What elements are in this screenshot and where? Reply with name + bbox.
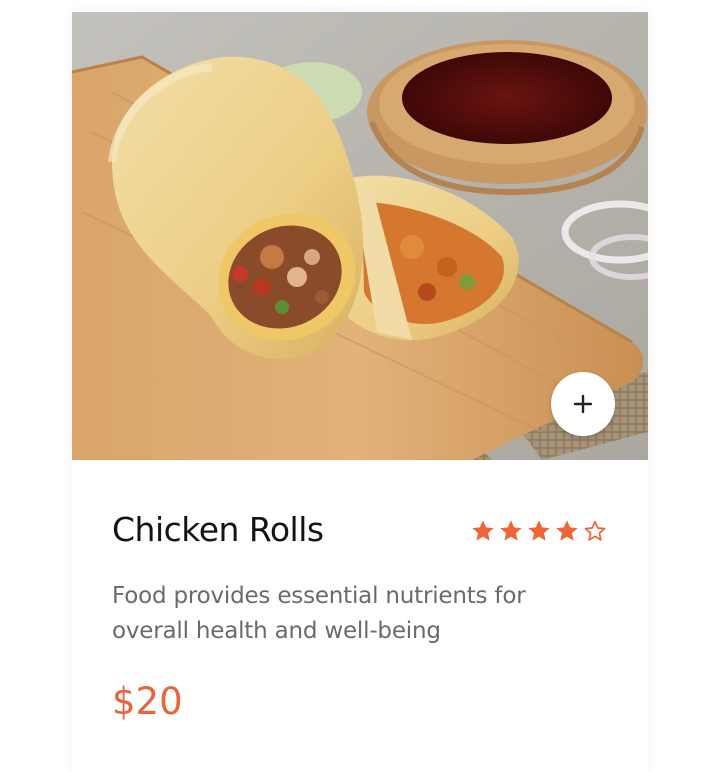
product-description: Food provides essential nutrients for ov… <box>112 583 526 644</box>
star-filled-icon <box>500 520 522 541</box>
plus-icon <box>573 394 593 414</box>
star-outline-icon <box>584 520 606 541</box>
star-filled-icon <box>556 520 578 541</box>
rating-stars <box>470 518 608 544</box>
product-image <box>72 12 648 460</box>
add-to-cart-button[interactable] <box>551 372 615 436</box>
star-filled-icon <box>528 520 550 541</box>
product-price: $20 <box>112 680 183 723</box>
product-card[interactable]: Chicken Rolls Food provides essential nu… <box>72 12 648 772</box>
star-filled-icon <box>472 520 494 541</box>
product-title: Chicken Rolls <box>112 510 324 549</box>
